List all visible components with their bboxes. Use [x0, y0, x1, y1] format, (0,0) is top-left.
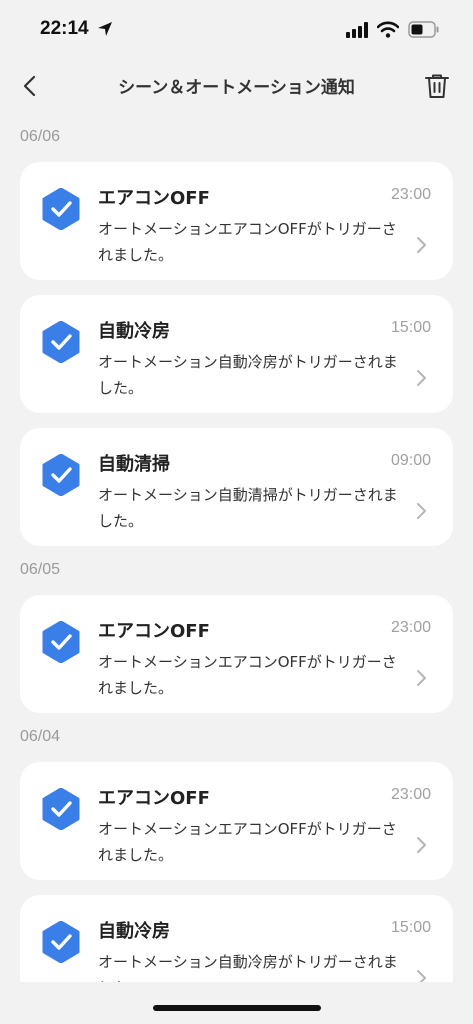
check-badge-icon [42, 188, 80, 230]
trash-icon [425, 74, 449, 98]
notification-title: 自動冷房 [98, 921, 170, 942]
date-header: 06/06 [20, 128, 61, 145]
chevron-right-icon [417, 670, 426, 686]
check-badge-icon [42, 454, 80, 496]
check-badge-icon [42, 921, 80, 963]
notification-message: オートメーションエアコンOFFがトリガーされました。 [98, 820, 397, 864]
notification-title: 自動清掃 [98, 454, 170, 475]
status-time: 22:14 [40, 18, 89, 39]
notification-time: 23:00 [390, 186, 431, 203]
home-indicator[interactable] [153, 1005, 321, 1011]
notification-card[interactable]: エアコンOFF 23:00 オートメーションエアコンOFFがトリガーされました。 [20, 162, 453, 280]
delete-all-button[interactable] [422, 71, 452, 101]
chevron-right-icon [417, 837, 426, 853]
notification-time: 09:00 [390, 452, 431, 469]
chevron-right-icon [417, 503, 426, 519]
nav-bar: シーン＆オートメーション通知 [0, 60, 473, 112]
location-arrow-icon [98, 22, 112, 36]
notification-card[interactable]: 自動冷房 15:00 オートメーション自動冷房がトリガーされました。 [20, 295, 453, 413]
notification-title: エアコンOFF [98, 788, 210, 809]
chevron-right-icon [417, 370, 426, 386]
notification-message: オートメーションエアコンOFFがトリガーされました。 [98, 653, 397, 697]
check-badge-icon [42, 621, 80, 663]
battery-icon [408, 21, 439, 38]
chevron-right-icon [417, 237, 426, 253]
notification-time: 23:00 [390, 786, 431, 803]
notification-title: エアコンOFF [98, 621, 210, 642]
date-header: 06/05 [20, 561, 61, 578]
notification-card[interactable]: エアコンOFF 23:00 オートメーションエアコンOFFがトリガーされました。 [20, 595, 453, 713]
notification-list[interactable]: 06/06 エアコンOFF 23:00 オートメーションエアコンOFFがトリガー… [0, 112, 473, 982]
notification-card[interactable]: 自動冷房 15:00 オートメーション自動冷房がトリガーされました。 [20, 895, 453, 982]
check-badge-icon [42, 321, 80, 363]
page-title: シーン＆オートメーション通知 [118, 78, 355, 98]
notification-message: オートメーションエアコンOFFがトリガーされました。 [98, 220, 397, 264]
notification-time: 23:00 [390, 619, 431, 636]
notification-message: オートメーション自動冷房がトリガーされました。 [98, 353, 398, 397]
check-badge-icon [42, 788, 80, 830]
notification-message: オートメーション自動冷房がトリガーされました。 [98, 953, 398, 982]
wifi-icon [377, 21, 399, 38]
notification-title: 自動冷房 [98, 321, 170, 342]
notification-card[interactable]: 自動清掃 09:00 オートメーション自動清掃がトリガーされました。 [20, 428, 453, 546]
chevron-right-icon [417, 970, 426, 982]
notification-time: 15:00 [390, 919, 431, 936]
date-header: 06/04 [20, 728, 61, 745]
status-bar: 22:14 [0, 0, 473, 60]
notification-card[interactable]: エアコンOFF 23:00 オートメーションエアコンOFFがトリガーされました。 [20, 762, 453, 880]
notification-message: オートメーション自動清掃がトリガーされました。 [98, 486, 398, 530]
cellular-signal-icon [346, 22, 368, 38]
notification-time: 15:00 [390, 319, 431, 336]
notification-title: エアコンOFF [98, 188, 210, 209]
